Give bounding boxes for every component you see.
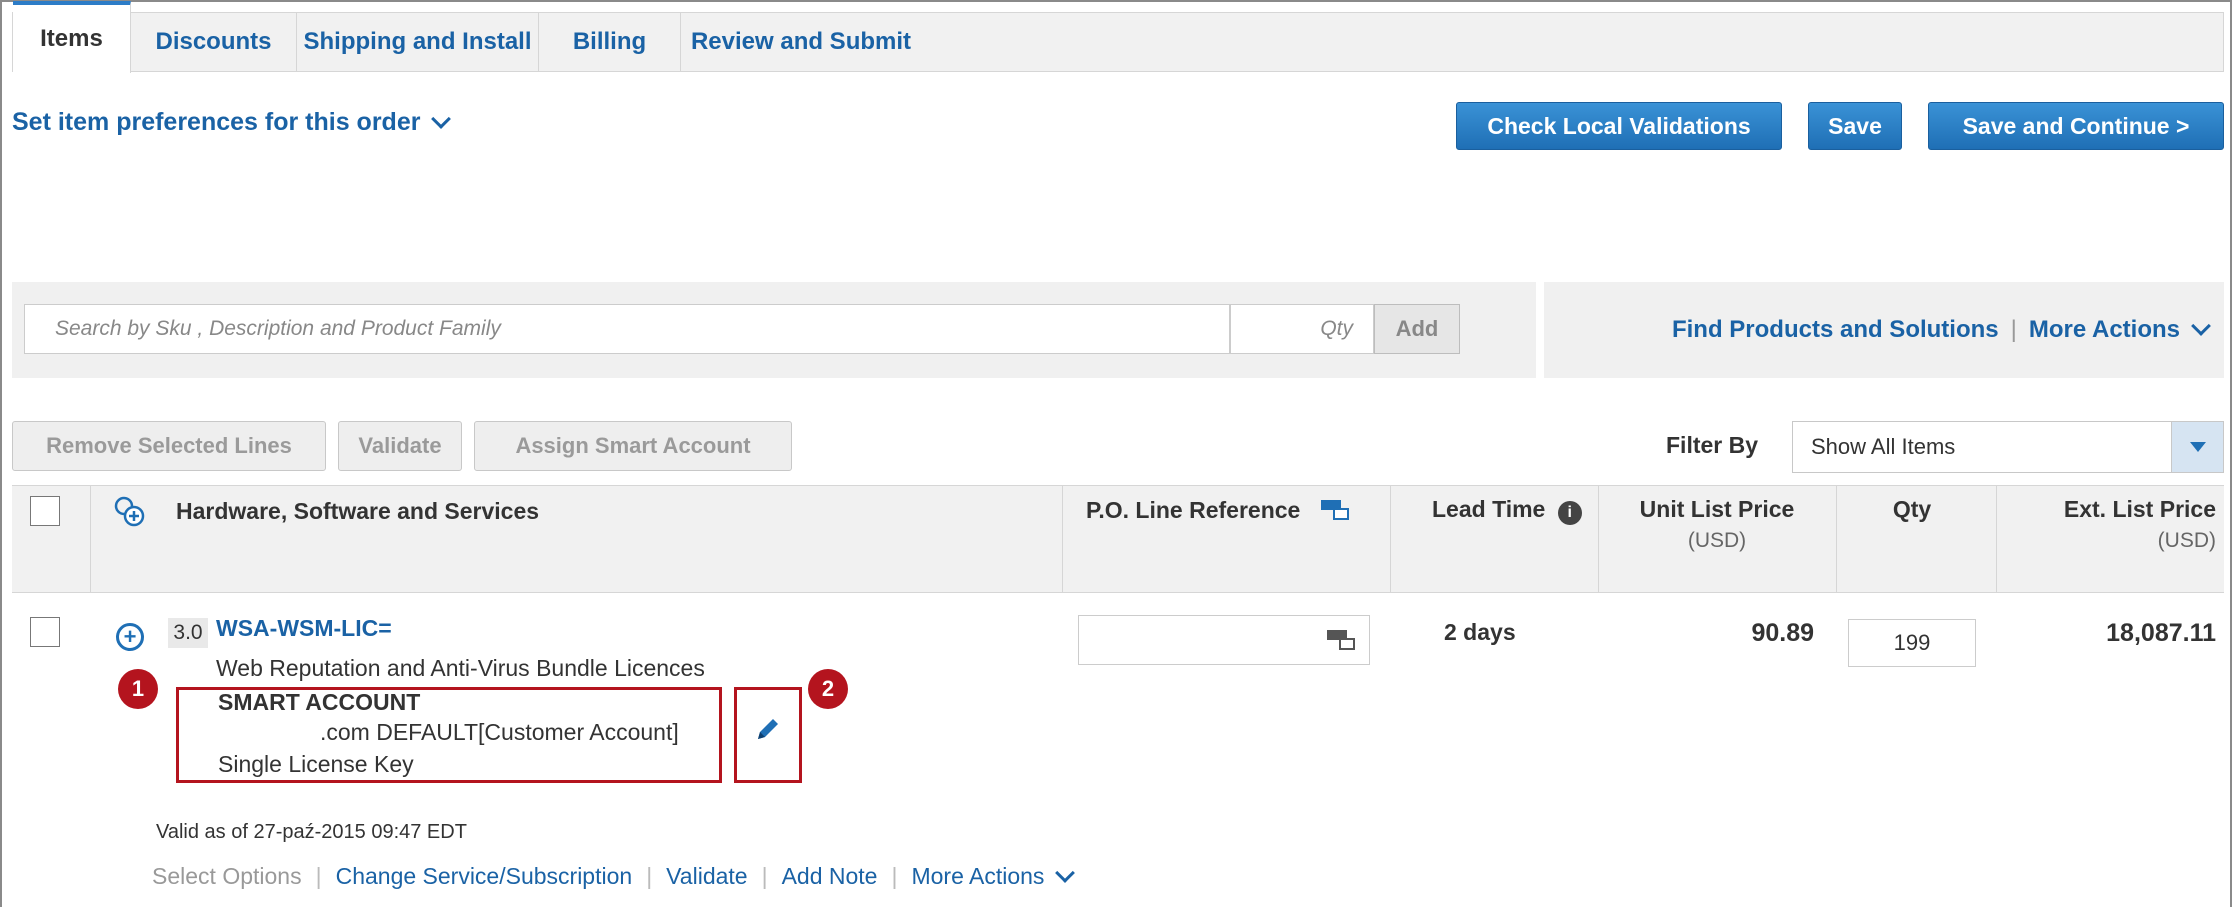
valid-as-of-text: Valid as of 27-paź-2015 09:47 EDT xyxy=(156,821,467,843)
line-more-actions-link[interactable]: More Actions xyxy=(911,863,1076,890)
lead-time-value: 2 days xyxy=(1444,619,1516,645)
add-button[interactable]: Add xyxy=(1374,304,1460,354)
save-and-continue-button[interactable]: Save and Continue > xyxy=(1928,102,2224,150)
separator: | xyxy=(891,863,898,889)
item-description: Web Reputation and Anti-Virus Bundle Lic… xyxy=(216,655,705,681)
smart-account-label: SMART ACCOUNT xyxy=(218,689,421,715)
tab-label: Review and Submit xyxy=(690,28,912,55)
items-table-header: Hardware, Software and Services P.O. Lin… xyxy=(12,485,2224,593)
line-qty-input[interactable]: 199 xyxy=(1848,619,1976,667)
filter-by-select[interactable]: Show All Items xyxy=(1792,421,2224,473)
validate-button[interactable]: Validate xyxy=(338,421,462,471)
column-divider xyxy=(1598,486,1599,592)
ext-list-price-value: 18,087.11 xyxy=(2106,619,2216,647)
line-validate-link[interactable]: Validate xyxy=(666,863,747,890)
find-products-link[interactable]: Find Products and Solutions xyxy=(1672,316,1999,344)
filter-by-label: Filter By xyxy=(1666,432,1759,458)
line-checkbox[interactable] xyxy=(30,617,60,647)
lead-time-header: Lead Time i xyxy=(1432,496,1582,602)
tab-label: Discounts xyxy=(155,28,272,55)
save-button[interactable]: Save xyxy=(1808,102,1902,150)
chevron-down-icon xyxy=(431,109,452,129)
unit-list-price-label: Unit List Price xyxy=(1639,496,1795,522)
more-actions-link[interactable]: More Actions xyxy=(2028,316,2211,344)
po-line-reference-input[interactable] xyxy=(1078,615,1370,665)
tab-review-and-submit[interactable]: Review and Submit xyxy=(681,13,921,71)
ext-list-price-label: Ext. List Price xyxy=(2063,496,2216,522)
column-divider xyxy=(1390,486,1391,592)
tab-label: Billing xyxy=(572,28,647,55)
column-divider xyxy=(1062,486,1063,592)
pencil-edit-icon[interactable] xyxy=(754,715,782,743)
line-number: 3.0 xyxy=(168,618,208,648)
qty-header: Qty xyxy=(1892,496,1932,522)
separator: | xyxy=(315,863,322,889)
license-type: Single License Key xyxy=(218,751,414,777)
sku-link[interactable]: WSA-WSM-LIC= xyxy=(216,615,392,642)
currency-label: (USD) xyxy=(1687,529,1747,552)
unit-list-price-value: 90.89 xyxy=(1751,619,1814,647)
callout-badge-1: 1 xyxy=(118,669,158,709)
tab-shipping-and-install[interactable]: Shipping and Install xyxy=(297,13,539,71)
search-bar: Search by Sku , Description and Product … xyxy=(12,282,1536,378)
filter-selected-value: Show All Items xyxy=(1811,434,1956,459)
info-icon[interactable]: i xyxy=(1557,501,1582,525)
assign-smart-account-button[interactable]: Assign Smart Account xyxy=(474,421,792,471)
column-divider xyxy=(1996,486,1997,592)
tab-label: Shipping and Install xyxy=(303,28,532,55)
tab-discounts[interactable]: Discounts xyxy=(131,13,297,71)
column-divider xyxy=(1836,486,1837,592)
item-preferences-link[interactable]: Set item preferences for this order xyxy=(12,108,452,137)
po-line-reference-header: P.O. Line Reference xyxy=(1086,496,1351,602)
tab-items[interactable]: Items xyxy=(13,1,131,73)
dropdown-arrow-icon[interactable] xyxy=(2171,422,2223,472)
column-divider xyxy=(90,486,91,592)
items-column-header: Hardware, Software and Services xyxy=(176,498,540,524)
po-line-reference-label: P.O. Line Reference xyxy=(1086,497,1301,523)
change-service-link[interactable]: Change Service/Subscription xyxy=(336,863,633,890)
add-note-link[interactable]: Add Note xyxy=(782,863,878,890)
tab-label: Items xyxy=(40,25,103,52)
lead-time-label: Lead Time xyxy=(1432,496,1546,522)
item-preferences-label: Set item preferences for this order xyxy=(12,108,421,136)
chevron-down-icon xyxy=(2191,316,2211,336)
qty-input[interactable]: Qty xyxy=(1230,304,1374,354)
callout-badge-2: 2 xyxy=(808,669,848,709)
find-products-bar: Find Products and Solutions | More Actio… xyxy=(1544,282,2224,378)
line-more-actions-label: More Actions xyxy=(911,863,1045,889)
sku-search-input[interactable]: Search by Sku , Description and Product … xyxy=(24,304,1230,354)
remove-selected-lines-button[interactable]: Remove Selected Lines xyxy=(12,421,326,471)
ext-list-price-header: Ext. List Price (USD) xyxy=(2008,496,2216,602)
currency-label: (USD) xyxy=(2157,529,2216,552)
chevron-down-icon xyxy=(1055,863,1076,883)
expand-line-icon[interactable]: + xyxy=(116,623,144,651)
more-actions-label: More Actions xyxy=(2028,316,2180,343)
check-local-validations-button[interactable]: Check Local Validations xyxy=(1456,102,1782,150)
select-options-link: Select Options xyxy=(152,863,302,889)
table-row: + 3.0 WSA-WSM-LIC= Web Reputation and An… xyxy=(12,593,2224,907)
separator: | xyxy=(2010,316,2017,343)
unit-list-price-header: Unit List Price (USD) xyxy=(1610,496,1824,602)
order-tabs: Items Discounts Shipping and Install Bil… xyxy=(12,1,2224,73)
expand-all-icon[interactable] xyxy=(112,494,148,530)
copy-to-lines-icon[interactable] xyxy=(1320,500,1351,522)
select-all-checkbox[interactable] xyxy=(30,496,60,526)
separator: | xyxy=(646,863,653,889)
tab-billing[interactable]: Billing xyxy=(539,13,681,71)
separator: | xyxy=(761,863,768,889)
copy-reference-icon[interactable] xyxy=(1327,630,1357,652)
line-actions: Select Options | Change Service/Subscrip… xyxy=(152,863,1076,890)
smart-account-value: .com DEFAULT[Customer Account] xyxy=(320,719,679,745)
